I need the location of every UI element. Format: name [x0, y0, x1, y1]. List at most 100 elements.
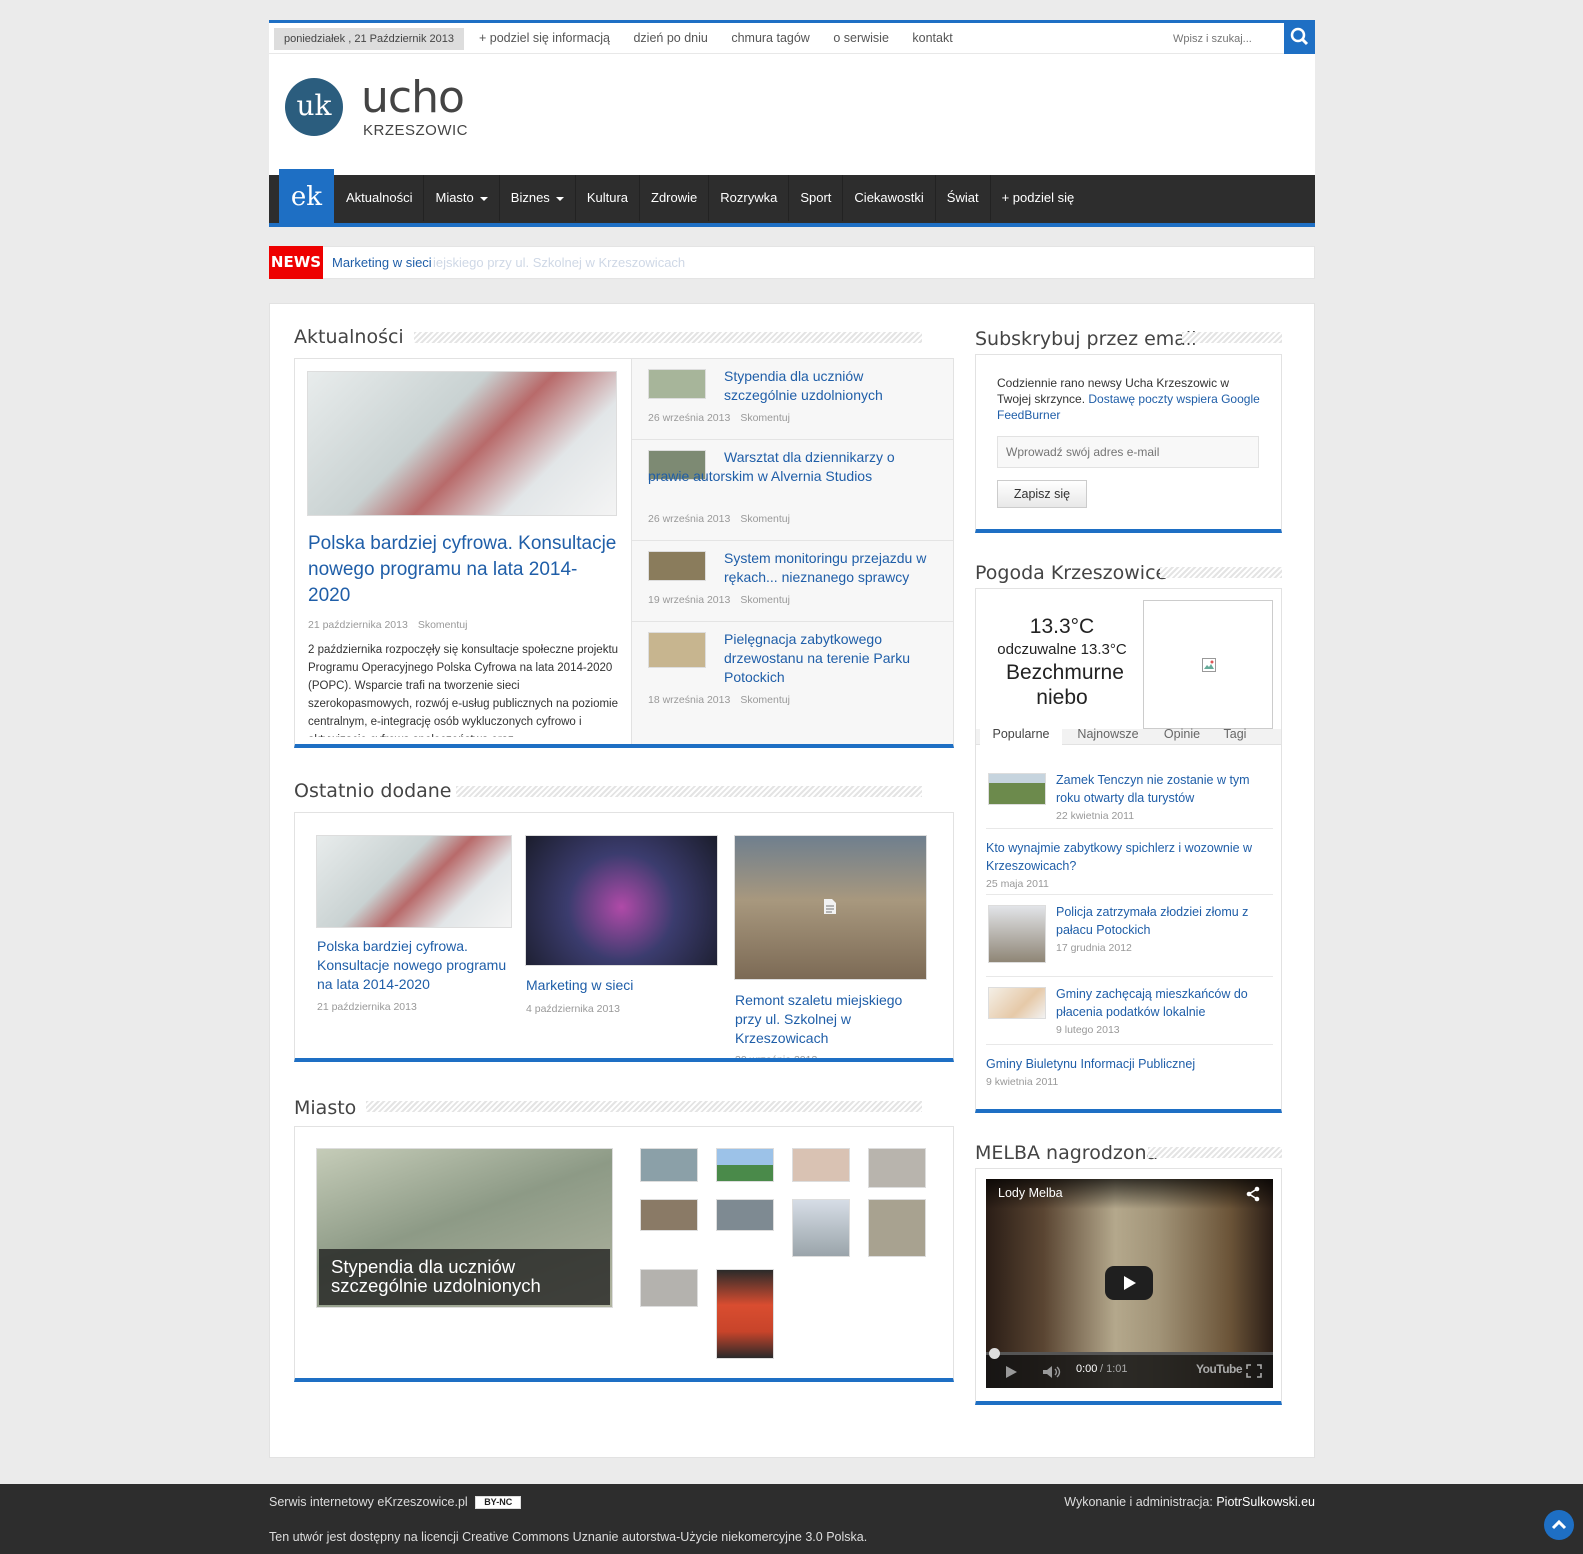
video-progress-bar[interactable]: [986, 1352, 1273, 1355]
miasto-thumb[interactable]: [716, 1148, 774, 1182]
cc-license-badge[interactable]: BY-NC: [475, 1496, 522, 1509]
list-comments[interactable]: Skomentuj: [740, 513, 790, 525]
nav-item-kultura[interactable]: Kultura: [576, 175, 641, 221]
featured-excerpt: 2 października rozpoczęły się konsultacj…: [308, 644, 619, 737]
miasto-thumb[interactable]: [640, 1148, 698, 1182]
nav-item-share[interactable]: + podziel się: [991, 175, 1086, 221]
nav-item-zdrowie[interactable]: Zdrowie: [640, 175, 710, 221]
miasto-thumb[interactable]: [792, 1199, 850, 1257]
miasto-featured-image[interactable]: Stypendia dla uczniów szczególnie uzdoln…: [316, 1148, 613, 1308]
miasto-featured-caption[interactable]: Stypendia dla uczniów szczególnie uzdoln…: [319, 1249, 610, 1305]
broken-image-icon: [1202, 658, 1216, 672]
top-link-tag-cloud[interactable]: chmura tagów: [731, 23, 810, 54]
news-badge: NEWS: [269, 246, 323, 279]
list-item: Pielęgnacja zabytkowego drzewostanu na t…: [632, 622, 953, 722]
weather-feels: odczuwalne 13.3°C: [997, 641, 1127, 658]
nav-item-miasto[interactable]: Miasto: [424, 175, 500, 221]
popular-title[interactable]: Zamek Tenczyn nie zostanie w tym roku ot…: [1056, 771, 1271, 807]
video-scrubber[interactable]: [989, 1348, 1000, 1359]
featured-title[interactable]: Polska bardziej cyfrowa. Konsultacje now…: [308, 531, 618, 609]
popular-title[interactable]: Gminy zachęcają mieszkańców do płacenia …: [1056, 985, 1271, 1021]
top-link-day-by-day[interactable]: dzień po dniu: [633, 23, 707, 54]
play-button[interactable]: [1105, 1266, 1153, 1300]
video-player[interactable]: Lody Melba 0:00 / 1:01 YouTube: [986, 1179, 1273, 1388]
recent-title[interactable]: Polska bardziej cyfrowa. Konsultacje now…: [317, 937, 513, 994]
nav-item-swiat[interactable]: Świat: [936, 175, 991, 221]
section-divider: [1182, 332, 1282, 343]
search-button[interactable]: [1284, 20, 1315, 54]
popular-title[interactable]: Policja zatrzymała złodziei złomu z pała…: [1056, 903, 1271, 939]
list-title[interactable]: Warsztat dla dziennikarzy o prawie autor…: [648, 448, 938, 486]
recent-date: 30 września 2013: [735, 1054, 818, 1062]
video-duration: / 1:01: [1100, 1363, 1128, 1375]
recent-thumb[interactable]: [525, 835, 718, 966]
miasto-thumb[interactable]: [716, 1199, 774, 1231]
share-icon[interactable]: [1245, 1186, 1261, 1202]
miasto-box: Stypendia dla uczniów szczególnie uzdoln…: [294, 1126, 954, 1382]
nav-item-sport[interactable]: Sport: [789, 175, 844, 221]
list-comments[interactable]: Skomentuj: [740, 412, 790, 424]
recent-thumb[interactable]: [316, 835, 512, 928]
tab-tagi[interactable]: Tagi: [1210, 723, 1260, 745]
subscribe-button[interactable]: Zapisz się: [997, 480, 1087, 508]
recent-title[interactable]: Marketing w sieci: [526, 976, 719, 995]
list-thumb[interactable]: [648, 551, 706, 581]
popular-thumb[interactable]: [988, 773, 1046, 805]
featured-comments[interactable]: Skomentuj: [418, 619, 468, 631]
list-comments[interactable]: Skomentuj: [740, 694, 790, 706]
list-thumb[interactable]: [648, 632, 706, 668]
nav-item-aktualnosci[interactable]: Aktualności: [335, 175, 425, 221]
fullscreen-icon[interactable]: [1246, 1364, 1262, 1378]
nav-item-rozrywka[interactable]: Rozrywka: [709, 175, 790, 221]
ticker-link[interactable]: Marketing w sieci: [332, 247, 432, 278]
weather-tabs-widget: 13.3°C odczuwalne 13.3°C Bezchmurne nieb…: [975, 588, 1282, 1113]
widget-title-weather: Pogoda Krzeszowice: [975, 562, 1168, 584]
subscribe-text-block: Codziennie rano newsy Ucha Krzeszowic w …: [997, 375, 1262, 423]
popular-thumb[interactable]: [988, 987, 1046, 1019]
top-link-share[interactable]: + podziel się informacją: [479, 23, 610, 54]
play-small-icon[interactable]: [1004, 1365, 1018, 1379]
miasto-thumb[interactable]: [868, 1199, 926, 1257]
miasto-thumb[interactable]: [716, 1269, 774, 1359]
popular-item: Kto wynajmie zabytkowy spichlerz i wozow…: [986, 829, 1273, 895]
miasto-thumb[interactable]: [792, 1148, 850, 1182]
featured-image[interactable]: [307, 371, 617, 516]
miasto-thumb[interactable]: [640, 1269, 698, 1307]
list-date: 18 września 2013: [648, 694, 731, 706]
miasto-thumb[interactable]: [640, 1199, 698, 1231]
news-ticker: NEWS Marketing w sieci iejskiego przy ul…: [269, 246, 1315, 279]
list-title[interactable]: Stypendia dla uczniów szczególnie uzdoln…: [724, 367, 939, 405]
miasto-thumb[interactable]: [868, 1148, 926, 1188]
top-link-contact[interactable]: kontakt: [912, 23, 952, 54]
volume-icon[interactable]: [1042, 1365, 1062, 1379]
list-title[interactable]: Pielęgnacja zabytkowego drzewostanu na t…: [724, 630, 939, 687]
video-title[interactable]: Lody Melba: [986, 1179, 1273, 1209]
popular-date: 17 grudnia 2012: [1056, 942, 1132, 954]
footer-credits-link[interactable]: PiotrSulkowski.eu: [1216, 1495, 1315, 1509]
list-item: System monitoringu przejazdu w rękach...…: [632, 541, 953, 622]
list-thumb[interactable]: [648, 369, 706, 399]
logo-word[interactable]: ucho: [361, 72, 465, 123]
popular-thumb[interactable]: [988, 905, 1046, 963]
recent-title[interactable]: Remont szaletu miejskiego przy ul. Szkol…: [735, 991, 928, 1048]
nav-item-ciekawostki[interactable]: Ciekawostki: [843, 175, 936, 221]
list-comments[interactable]: Skomentuj: [740, 594, 790, 606]
list-title[interactable]: System monitoringu przejazdu w rękach...…: [724, 549, 939, 587]
subscribe-widget: Codziennie rano newsy Ucha Krzeszowic w …: [975, 354, 1282, 533]
youtube-logo[interactable]: YouTube: [1196, 1362, 1243, 1376]
top-link-about[interactable]: o serwisie: [833, 23, 889, 54]
nav-item-biznes[interactable]: Biznes: [500, 175, 576, 221]
scroll-to-top-button[interactable]: [1544, 1510, 1574, 1540]
search-input[interactable]: [1165, 26, 1285, 52]
recent-thumb[interactable]: [734, 835, 927, 980]
logo-mark[interactable]: uk: [285, 78, 343, 136]
email-input[interactable]: [997, 436, 1259, 468]
home-button[interactable]: ek: [279, 169, 334, 227]
popular-title[interactable]: Gminy Biuletynu Informacji Publicznej: [986, 1055, 1271, 1073]
tab-najnowsze[interactable]: Najnowsze: [1068, 723, 1148, 745]
tab-opinie[interactable]: Opinie: [1154, 723, 1210, 745]
popular-title[interactable]: Kto wynajmie zabytkowy spichlerz i wozow…: [986, 839, 1271, 875]
weather-image-placeholder: [1143, 600, 1273, 729]
tab-popularne[interactable]: Popularne: [980, 723, 1062, 745]
play-icon: [1124, 1276, 1136, 1290]
